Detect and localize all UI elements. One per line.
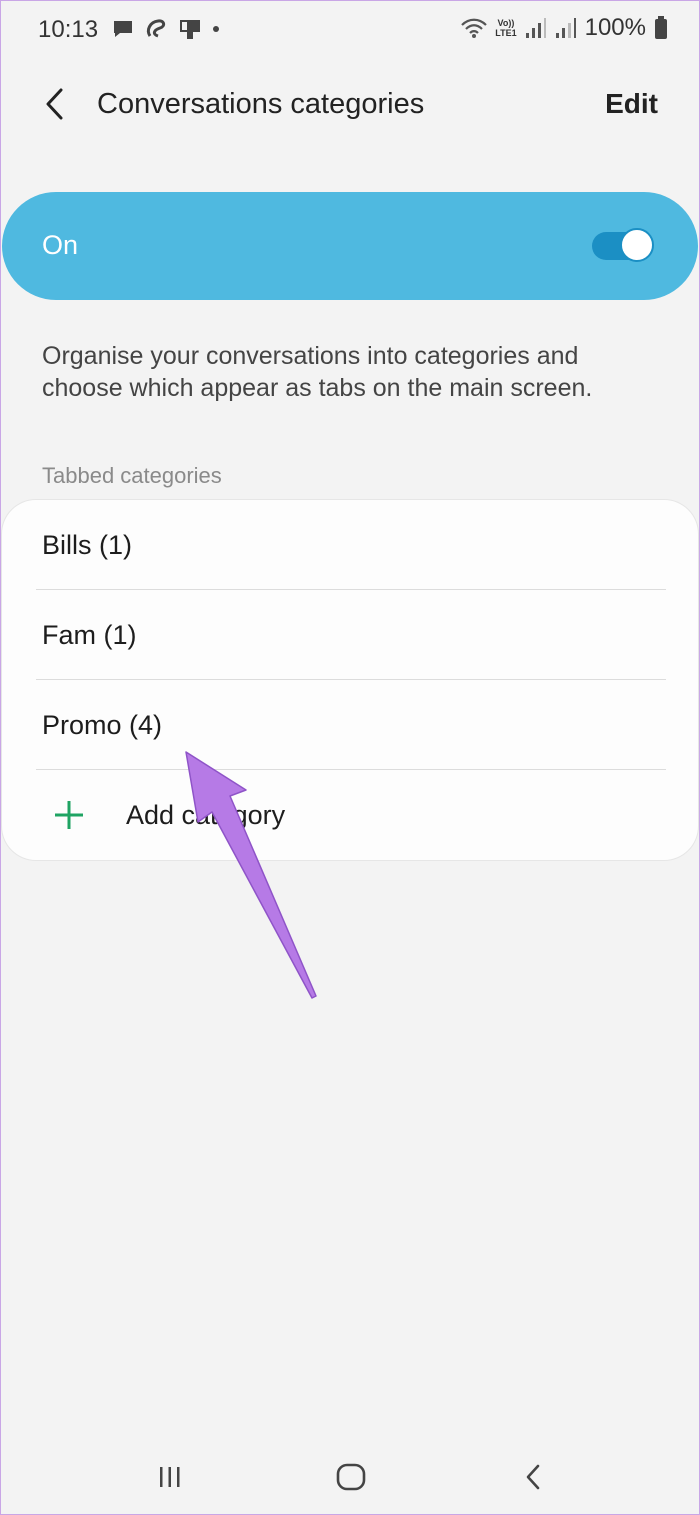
status-time: 10:13 [38, 16, 99, 43]
home-icon [336, 1463, 366, 1491]
status-bar: 10:13 Vo)) LTE1 100% [0, 0, 700, 60]
battery-icon [655, 16, 667, 39]
chevron-left-icon [46, 88, 63, 120]
edit-button[interactable]: Edit [605, 88, 658, 120]
category-label: Bills (1) [42, 530, 133, 560]
add-category-button[interactable]: Add category [2, 770, 698, 860]
status-right-group: Vo)) LTE1 100% [461, 14, 668, 42]
back-icon [526, 1464, 540, 1490]
airtel-icon [146, 19, 166, 38]
master-switch-bar[interactable]: On [2, 192, 698, 300]
device-icon [180, 20, 200, 39]
battery-percentage: 100% [584, 14, 646, 41]
wifi-icon [461, 18, 488, 38]
master-switch-label: On [42, 230, 79, 260]
navigation-bar [0, 1440, 700, 1515]
dot-icon [213, 26, 219, 32]
volte-indicator: Vo)) LTE1 [495, 18, 516, 38]
description-text: Organise your conversations into categor… [42, 342, 593, 402]
category-item-promo[interactable]: Promo (4) [2, 680, 698, 770]
category-label: Promo (4) [42, 710, 163, 740]
message-icon [114, 21, 132, 37]
category-label: Fam (1) [42, 620, 137, 650]
page-title: Conversations categories [97, 88, 425, 120]
signal-icon-sim2 [555, 18, 576, 38]
notification-icons [112, 18, 220, 40]
recents-button[interactable] [145, 1452, 195, 1502]
plus-icon [55, 801, 83, 829]
category-item-fam[interactable]: Fam (1) [2, 590, 698, 680]
volte-line1: Vo)) [497, 18, 515, 28]
add-category-label: Add category [126, 800, 286, 830]
master-toggle[interactable] [592, 228, 654, 264]
signal-icon-sim1 [525, 18, 546, 38]
toggle-thumb [620, 228, 654, 262]
app-bar: Conversations categories Edit [0, 70, 700, 142]
category-item-bills[interactable]: Bills (1) [2, 500, 698, 590]
recents-icon [160, 1467, 180, 1487]
home-button[interactable] [326, 1452, 376, 1502]
category-list-card: Bills (1) Fam (1) Promo (4) Add category [2, 500, 698, 860]
back-button[interactable] [30, 80, 78, 128]
nav-back-button[interactable] [508, 1452, 558, 1502]
section-header-tabbed: Tabbed categories [42, 463, 222, 488]
volte-line2: LTE1 [495, 28, 517, 38]
